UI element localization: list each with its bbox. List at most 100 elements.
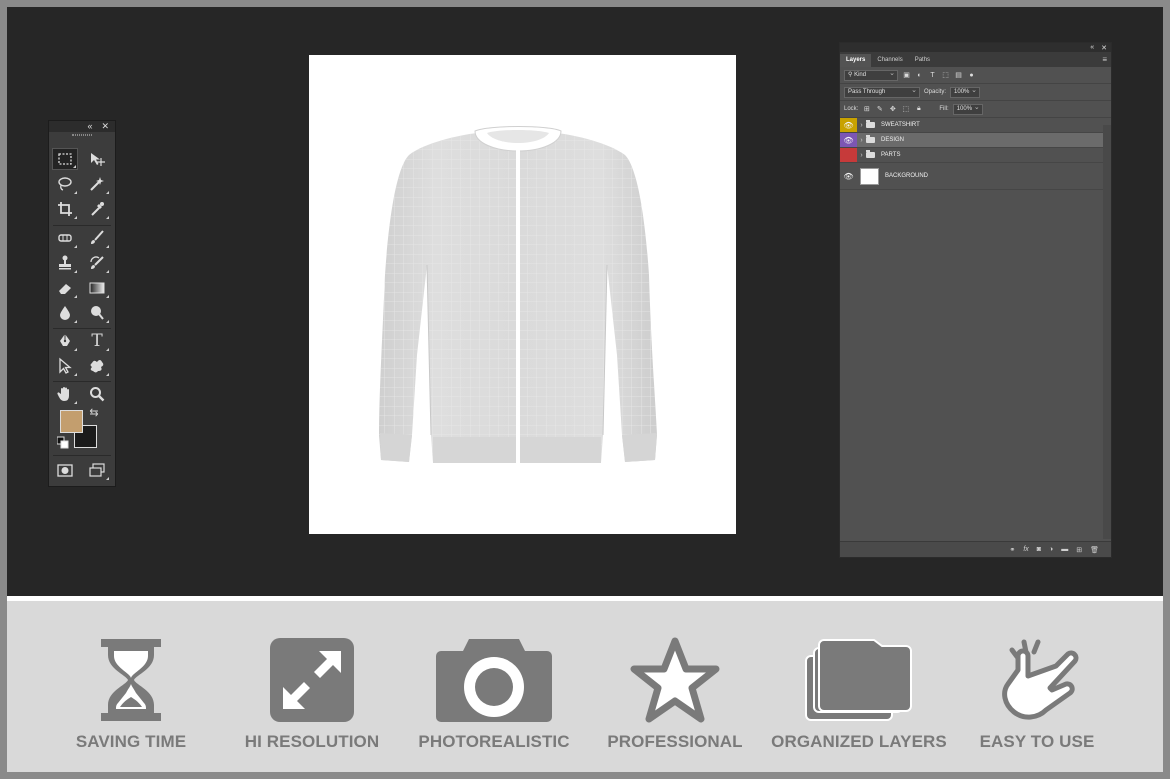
move-icon[interactable]	[84, 148, 110, 170]
healing-brush-icon[interactable]	[52, 227, 78, 249]
fill-label: Fill:	[939, 106, 949, 112]
feature-hi-resolution: HI RESOLUTION	[241, 636, 383, 752]
screen-mode-icon[interactable]	[84, 459, 110, 481]
lock-transparent-icon[interactable]: ⊞	[862, 105, 871, 113]
expand-chevron-icon[interactable]: ›	[857, 137, 866, 144]
tab-channels[interactable]: Channels	[871, 54, 908, 67]
close-icon[interactable]: ✕	[1101, 44, 1107, 52]
lock-artboard-icon[interactable]: ⬚	[901, 105, 910, 113]
layers-panel: « ✕ Layers Channels Paths ≡ ⚲ Kind ▣ ◐ T…	[839, 42, 1112, 558]
hourglass-icon	[100, 636, 162, 724]
filter-adjustment-icon[interactable]: ◐	[915, 72, 924, 79]
feature-professional: PROFESSIONAL	[607, 636, 743, 752]
collapse-icon[interactable]: «	[87, 121, 92, 132]
feature-saving-time: SAVING TIME	[71, 636, 191, 752]
feature-label: ORGANIZED LAYERS	[771, 732, 947, 751]
star-icon	[630, 636, 720, 724]
brush-icon[interactable]	[84, 227, 110, 249]
visibility-eye-icon[interactable]: 👁︎	[840, 118, 857, 132]
rect-marquee-icon[interactable]	[52, 148, 78, 170]
visibility-eye-icon[interactable]: 👁︎	[840, 163, 857, 189]
layer-row-background[interactable]: 👁︎ BACKGROUND	[840, 163, 1111, 190]
tools-panel-grip[interactable]	[49, 132, 115, 138]
adjustment-icon[interactable]: ◑	[1049, 546, 1053, 553]
layer-name: BACKGROUND	[885, 173, 929, 179]
blur-icon[interactable]	[52, 302, 78, 324]
path-select-icon[interactable]	[52, 355, 78, 377]
lasso-icon[interactable]	[52, 173, 78, 195]
trash-icon[interactable]: 🗑︎	[1090, 546, 1099, 554]
visibility-eye-icon[interactable]: 👁︎	[840, 133, 857, 147]
lock-label: Lock:	[844, 106, 859, 112]
lock-pixels-icon[interactable]: ✎	[875, 105, 884, 113]
mask-icon[interactable]: ◙	[1037, 546, 1041, 553]
lock-position-icon[interactable]: ✥	[888, 105, 897, 113]
layers-panel-header: « ✕	[840, 43, 1111, 52]
filter-kind-select[interactable]: ⚲ Kind	[844, 69, 898, 81]
quick-mask-icon[interactable]	[52, 459, 78, 481]
swap-colors-icon[interactable]: ⇆	[87, 405, 101, 419]
gradient-icon[interactable]	[84, 277, 110, 299]
feature-label: PROFESSIONAL	[607, 732, 743, 751]
filter-smart-object-icon[interactable]: ▤	[954, 71, 963, 79]
blend-mode-select[interactable]: Pass Through	[844, 86, 920, 98]
eyedropper-icon[interactable]	[84, 198, 110, 220]
document-canvas[interactable]	[309, 55, 736, 534]
opacity-input[interactable]: 100%	[950, 86, 981, 98]
panel-tabs: Layers Channels Paths ≡	[840, 52, 1111, 67]
camera-icon	[435, 636, 553, 724]
collapse-icon[interactable]: «	[1090, 44, 1094, 51]
tab-layers[interactable]: Layers	[840, 54, 872, 67]
filter-row: ⚲ Kind ▣ ◐ T ⬚ ▤ ●	[840, 67, 1111, 84]
crop-icon[interactable]	[52, 198, 78, 220]
expand-icon	[269, 636, 355, 724]
layer-thumbnail	[860, 167, 879, 185]
tab-paths[interactable]: Paths	[909, 54, 936, 67]
layers-scrollbar[interactable]	[1103, 125, 1111, 539]
pen-icon[interactable]	[52, 330, 78, 352]
features-band: SAVING TIME HI RESOLUTION PHOTOREALISTIC	[7, 601, 1163, 772]
feature-label: SAVING TIME	[75, 732, 187, 751]
folder-icon	[866, 120, 875, 128]
lock-row: Lock: ⊞ ✎ ✥ ⬚ 🔒︎ Fill: 100%	[840, 101, 1111, 118]
default-colors-icon[interactable]	[57, 436, 69, 449]
clone-stamp-icon[interactable]	[52, 252, 78, 274]
eraser-icon[interactable]	[52, 277, 78, 299]
history-brush-icon[interactable]	[84, 252, 110, 274]
layer-row-sweatshirt[interactable]: 👁︎ › SWEATSHIRT	[840, 118, 1111, 133]
visibility-toggle[interactable]	[840, 148, 857, 162]
layer-name: SWEATSHIRT	[881, 122, 920, 128]
opacity-label: Opacity:	[924, 89, 947, 95]
layers-footer: ⚭ fx ◙ ◑ ▬ ⊞ 🗑︎	[840, 541, 1111, 557]
feature-organized-layers: ORGANIZED LAYERS	[771, 636, 947, 752]
blend-mode-value: Pass Through	[848, 88, 886, 95]
filter-toggle-icon[interactable]: ●	[967, 72, 976, 79]
filter-shape-icon[interactable]: ⬚	[941, 71, 950, 79]
close-icon[interactable]: ✕	[101, 121, 109, 132]
type-icon-glyph: T	[91, 331, 103, 351]
new-layer-icon[interactable]: ⊞	[1076, 546, 1082, 554]
group-icon[interactable]: ▬	[1061, 546, 1068, 553]
layer-name: PARTS	[881, 152, 901, 158]
expand-chevron-icon[interactable]: ›	[857, 152, 866, 159]
foreground-color-swatch[interactable]	[60, 410, 83, 433]
link-icon[interactable]: ⚭	[1009, 546, 1015, 554]
filter-type-icon[interactable]: T	[928, 72, 937, 79]
fill-input[interactable]: 100%	[952, 103, 983, 115]
filter-pixel-icon[interactable]: ▣	[902, 71, 911, 79]
panel-menu-icon[interactable]: ≡	[1102, 55, 1107, 64]
dodge-icon[interactable]	[84, 302, 110, 324]
layer-row-parts[interactable]: › PARTS	[840, 148, 1111, 163]
zoom-icon[interactable]	[84, 383, 110, 405]
expand-chevron-icon[interactable]: ›	[857, 122, 866, 129]
custom-shape-icon[interactable]	[84, 355, 110, 377]
blend-row: Pass Through Opacity: 100%	[840, 84, 1111, 101]
type-icon[interactable]: T	[84, 330, 110, 352]
fx-icon[interactable]: fx	[1023, 546, 1028, 553]
folder-icon	[866, 150, 875, 158]
layer-row-design[interactable]: 👁︎ › DESIGN	[840, 133, 1111, 148]
magic-wand-icon[interactable]	[84, 173, 110, 195]
fill-value: 100%	[956, 105, 973, 112]
lock-all-icon[interactable]: 🔒︎	[914, 105, 923, 113]
hand-icon[interactable]	[52, 383, 78, 405]
